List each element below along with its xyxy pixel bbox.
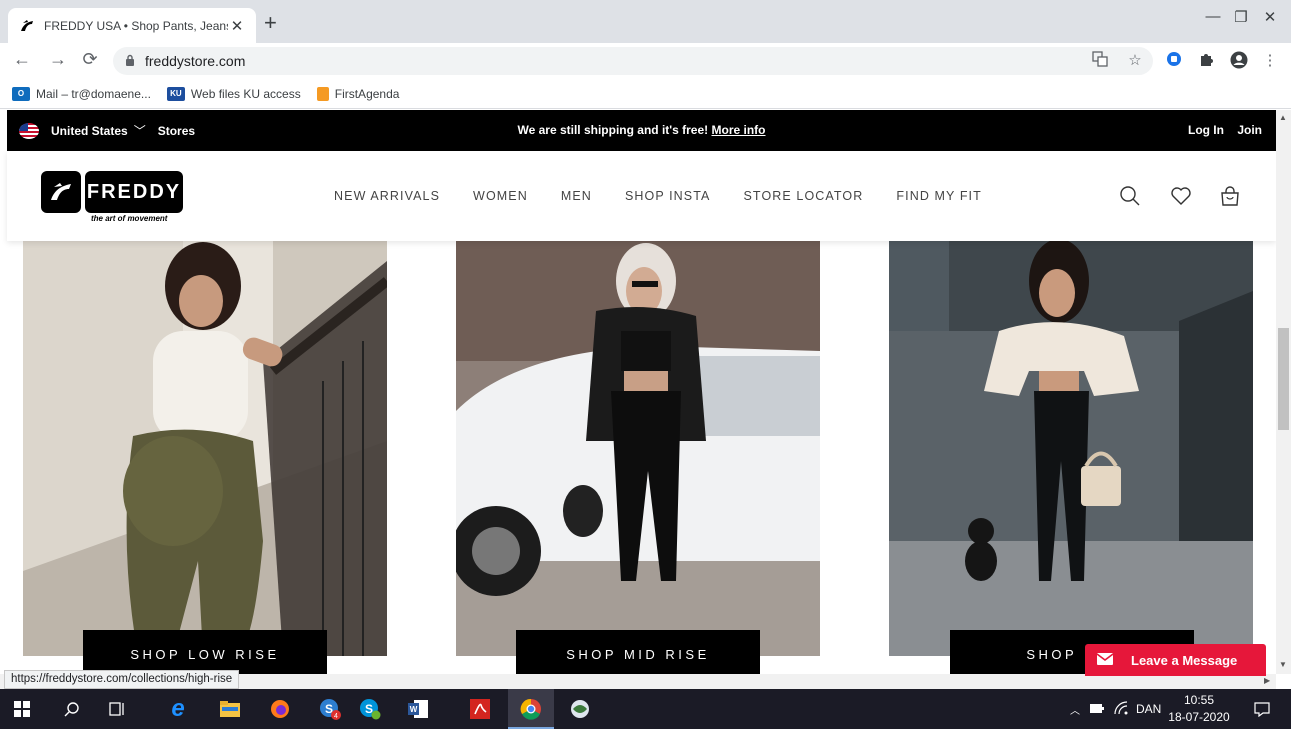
shop-mid-rise-button[interactable]: SHOP MID RISE bbox=[516, 630, 760, 674]
web-page: United States ﹀ Stores We are still ship… bbox=[0, 110, 1276, 674]
promo-text: We are still shipping and it's free! bbox=[517, 123, 709, 137]
vertical-scrollbar[interactable]: ▲ ▼ bbox=[1276, 110, 1291, 674]
chevron-up-icon[interactable]: ︿ bbox=[1070, 702, 1080, 717]
nav-store-locator[interactable]: STORE LOCATOR bbox=[744, 189, 864, 203]
leave-message-widget[interactable]: Leave a Message bbox=[1085, 644, 1266, 676]
tab-title: FREDDY USA • Shop Pants, Jeans bbox=[44, 18, 228, 33]
clock[interactable]: 10:55 18-07-2020 bbox=[1168, 692, 1230, 726]
internet-explorer-icon[interactable]: e bbox=[166, 695, 190, 722]
svg-text:W: W bbox=[410, 705, 418, 714]
skype-business-icon[interactable]: S4 bbox=[318, 697, 342, 721]
language-indicator[interactable]: DAN bbox=[1136, 702, 1161, 716]
nav-find-my-fit[interactable]: FIND MY FIT bbox=[896, 189, 981, 203]
freddy-favicon-icon bbox=[18, 17, 36, 35]
scroll-right-arrow-icon[interactable]: ▶ bbox=[1264, 676, 1270, 685]
reload-icon[interactable]: ⟳ bbox=[78, 49, 102, 70]
forward-arrow-icon[interactable]: → bbox=[46, 49, 70, 70]
clock-time: 10:55 bbox=[1183, 693, 1215, 707]
join-link[interactable]: Join bbox=[1237, 123, 1262, 137]
freddy-mark-icon bbox=[41, 171, 81, 213]
shop-low-rise-button[interactable]: SHOP LOW RISE bbox=[83, 630, 327, 674]
leave-message-label: Leave a Message bbox=[1131, 652, 1238, 668]
bookmark-web-files[interactable]: KU Web files KU access bbox=[166, 86, 301, 101]
bookmark-label: FirstAgenda bbox=[334, 86, 400, 101]
more-info-link[interactable]: More info bbox=[712, 123, 766, 137]
search-icon[interactable] bbox=[1117, 183, 1143, 209]
bookmark-mail[interactable]: O Mail – tr@domaene... bbox=[12, 86, 151, 101]
network-app-icon[interactable] bbox=[568, 697, 592, 721]
browser-toolbar: ← → ⟳ freddystore.com ☆ ⋮ bbox=[0, 43, 1291, 79]
bookmark-label: Web files KU access bbox=[190, 86, 301, 101]
firefox-icon[interactable] bbox=[268, 697, 292, 721]
acrobat-icon[interactable] bbox=[468, 697, 492, 721]
notifications-icon[interactable] bbox=[1250, 697, 1274, 721]
bookmark-star-icon[interactable]: ☆ bbox=[1124, 51, 1146, 69]
clock-date: 18-07-2020 bbox=[1168, 710, 1230, 724]
new-tab-icon[interactable]: + bbox=[264, 12, 277, 34]
lock-icon bbox=[125, 54, 135, 69]
task-view-icon[interactable] bbox=[106, 697, 130, 721]
battery-icon[interactable] bbox=[1090, 702, 1104, 716]
wishlist-heart-icon[interactable] bbox=[1168, 183, 1194, 209]
login-link[interactable]: Log In bbox=[1188, 123, 1224, 137]
nav-new-arrivals[interactable]: NEW ARRIVALS bbox=[334, 189, 440, 203]
high-rise-photo[interactable] bbox=[889, 241, 1253, 656]
scrollbar-thumb[interactable] bbox=[1278, 328, 1289, 430]
minimize-icon[interactable]: — bbox=[1198, 8, 1228, 25]
bookmark-firstagenda[interactable]: FirstAgenda bbox=[316, 86, 400, 101]
skype-icon[interactable]: S bbox=[358, 697, 382, 721]
address-url: freddystore.com bbox=[145, 53, 246, 69]
search-icon[interactable] bbox=[60, 697, 84, 721]
file-explorer-icon[interactable] bbox=[218, 697, 242, 721]
word-icon[interactable]: W bbox=[406, 697, 430, 721]
site-header: FREDDY the art of movement NEW ARRIVALS … bbox=[7, 151, 1276, 241]
browser-tab-strip: FREDDY USA • Shop Pants, Jeans ✕ + — ❐ ✕ bbox=[0, 0, 1291, 43]
system-tray: ︿ DAN bbox=[1070, 689, 1161, 729]
status-bar-url: https://freddystore.com/collections/high… bbox=[4, 670, 240, 689]
outlook-icon: O bbox=[12, 86, 30, 101]
envelope-icon bbox=[1096, 652, 1114, 668]
nav-women[interactable]: WOMEN bbox=[473, 189, 528, 203]
nav-shop-insta[interactable]: SHOP INSTA bbox=[625, 189, 711, 203]
web-files-icon: KU bbox=[166, 86, 185, 101]
freddy-logo[interactable]: FREDDY the art of movement bbox=[41, 171, 183, 223]
address-bar[interactable]: freddystore.com bbox=[113, 47, 1153, 75]
chrome-menu-icon[interactable]: ⋮ bbox=[1259, 51, 1281, 69]
nav-men[interactable]: MEN bbox=[561, 189, 592, 203]
chrome-icon[interactable] bbox=[519, 697, 543, 721]
logo-tagline: the art of movement bbox=[91, 214, 168, 223]
window-close-icon[interactable]: ✕ bbox=[1255, 8, 1285, 26]
extension-circle-icon[interactable] bbox=[1163, 51, 1185, 71]
mid-rise-photo[interactable] bbox=[456, 241, 820, 656]
windows-start-icon[interactable] bbox=[10, 697, 34, 721]
low-rise-photo[interactable] bbox=[23, 241, 387, 656]
windows-taskbar: e S4 S W ︿ DAN 10:55 18-07-2020 bbox=[0, 689, 1291, 729]
profile-avatar-icon[interactable] bbox=[1228, 51, 1250, 73]
scroll-up-arrow-icon[interactable]: ▲ bbox=[1279, 113, 1287, 122]
back-arrow-icon[interactable]: ← bbox=[10, 49, 34, 70]
browser-tab[interactable]: FREDDY USA • Shop Pants, Jeans ✕ bbox=[8, 8, 256, 43]
firstagenda-icon bbox=[316, 86, 329, 101]
tab-close-icon[interactable]: ✕ bbox=[228, 17, 246, 35]
wifi-icon[interactable] bbox=[1114, 700, 1128, 718]
bookmark-label: Mail – tr@domaene... bbox=[36, 86, 151, 101]
extensions-puzzle-icon[interactable] bbox=[1195, 51, 1217, 71]
bookmarks-bar: O Mail – tr@domaene... KU Web files KU a… bbox=[0, 79, 1291, 109]
restore-icon[interactable]: ❐ bbox=[1226, 8, 1256, 26]
svg-text:4: 4 bbox=[334, 713, 338, 720]
shopping-bag-icon[interactable] bbox=[1217, 183, 1243, 209]
main-navigation: NEW ARRIVALS WOMEN MEN SHOP INSTA STORE … bbox=[334, 189, 1015, 203]
logo-wordmark: FREDDY bbox=[85, 171, 183, 213]
translate-icon[interactable] bbox=[1089, 51, 1111, 71]
announcement-bar: United States ﹀ Stores We are still ship… bbox=[7, 110, 1276, 151]
scroll-down-arrow-icon[interactable]: ▼ bbox=[1279, 660, 1287, 669]
